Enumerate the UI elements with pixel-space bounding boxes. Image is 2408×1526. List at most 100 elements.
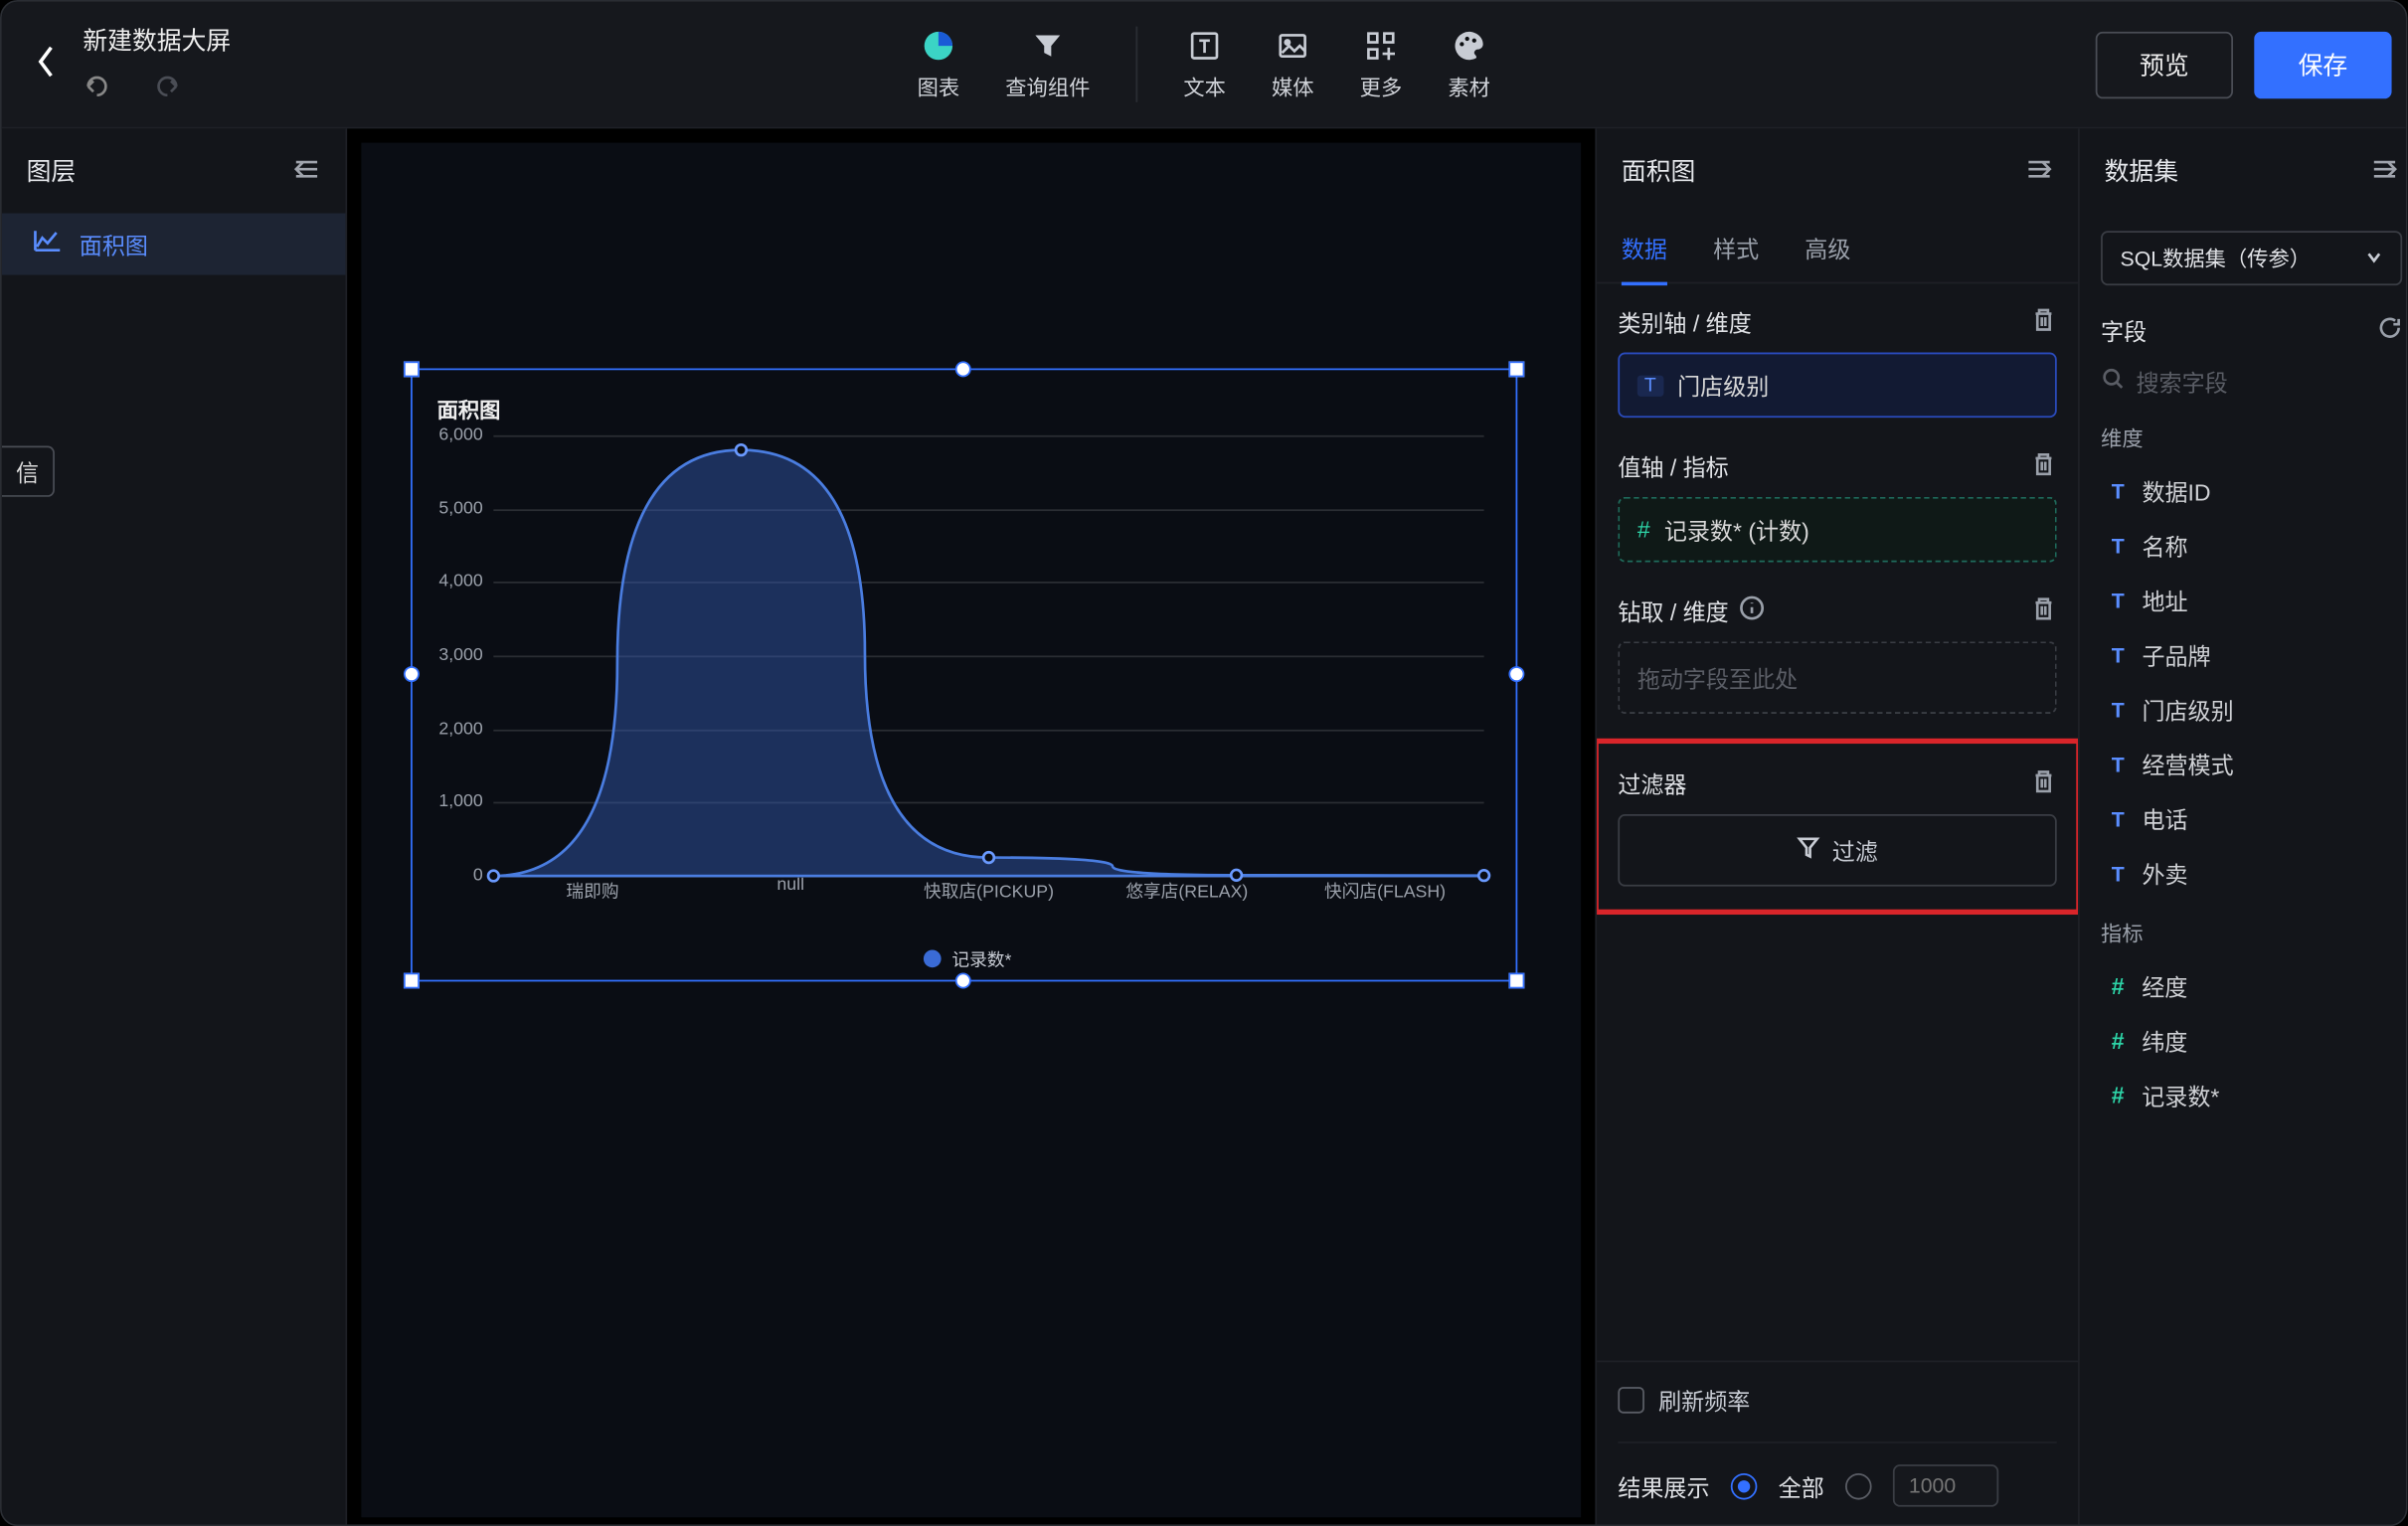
y-tick-label: 3,000 [430, 646, 483, 665]
page-title: 新建数据大屏 [83, 23, 231, 58]
topnav-more[interactable]: 更多 [1360, 27, 1403, 102]
filter-button[interactable]: 过滤 [1618, 814, 2056, 887]
x-tick-label: null [692, 876, 890, 903]
back-button[interactable] [34, 41, 59, 88]
x-tick-label: 悠享店(RELAX) [1088, 876, 1286, 903]
text-type-icon: T [2112, 533, 2125, 558]
chart-legend: 记录数* [437, 944, 1498, 971]
topbar: 新建数据大屏 图表 查询组件 [2, 2, 2408, 129]
tab-style[interactable]: 样式 [1713, 213, 1759, 281]
layer-item-area-chart[interactable]: 面积图 [2, 213, 346, 274]
limit-input[interactable] [1893, 1464, 1998, 1507]
topnav-chart[interactable]: 图表 [918, 27, 960, 102]
y-tick-label: 5,000 [430, 499, 483, 518]
x-tick-label: 瑞即购 [493, 876, 691, 903]
trash-icon[interactable] [2030, 594, 2057, 626]
number-type-icon: # [2112, 1082, 2125, 1108]
trash-icon[interactable] [2030, 767, 2057, 799]
area-chart-icon [34, 229, 62, 258]
layers-title: 图层 [27, 153, 77, 188]
y-tick-label: 1,000 [430, 792, 483, 811]
undo-icon[interactable] [83, 73, 110, 106]
dataset-panel: 数据集 SQL数据集（传参） 字段 搜索字段 维度 T数据IDT名称T地址T子 [2078, 128, 2407, 1526]
config-panel: 面积图 数据 样式 高级 类别轴 / 维度 T 门店级别 [1595, 128, 2078, 1526]
search-icon [2101, 367, 2126, 397]
metric-field[interactable]: #经度 [2101, 958, 2402, 1013]
dimension-field[interactable]: T子品牌 [2101, 627, 2402, 682]
selected-widget[interactable]: 面积图 01,0002,0003,0004,0005,0006,000 瑞即购n… [411, 368, 1517, 981]
canvas: 面积图 01,0002,0003,0004,0005,0006,000 瑞即购n… [347, 128, 1595, 1526]
drill-dropzone[interactable]: 拖动字段至此处 [1618, 641, 2056, 714]
image-icon [1277, 27, 1308, 66]
section-filter: 过滤器 [1618, 766, 1686, 800]
config-tabs: 数据 样式 高级 [1597, 213, 2078, 283]
filter-icon [1797, 835, 1821, 865]
collapse-icon[interactable] [2025, 154, 2053, 188]
topnav-material[interactable]: 素材 [1448, 27, 1490, 102]
trash-icon[interactable] [2030, 450, 2057, 482]
dimension-group-title: 维度 [2101, 423, 2402, 452]
text-type-icon: T [2112, 861, 2125, 886]
dataset-select[interactable]: SQL数据集（传参） [2101, 231, 2402, 285]
x-tick-label: 快闪店(FLASH) [1286, 876, 1483, 903]
search-fields-input[interactable]: 搜索字段 [2101, 358, 2402, 406]
text-type-icon: T [2112, 697, 2125, 722]
pie-chart-icon [921, 27, 955, 66]
layers-panel: 图层 面积图 信 [2, 128, 347, 1526]
tab-adv[interactable]: 高级 [1805, 213, 1850, 281]
funnel-icon [1032, 27, 1064, 66]
text-type-icon: T [2112, 642, 2125, 667]
result-show-label: 结果展示 [1618, 1469, 1709, 1503]
text-type-icon: T [2112, 588, 2125, 612]
metric-field[interactable]: #记录数* [2101, 1068, 2402, 1122]
dimension-field[interactable]: T名称 [2101, 518, 2402, 573]
fields-title: 字段 [2101, 314, 2147, 348]
save-button[interactable]: 保存 [2254, 31, 2391, 97]
dimension-field[interactable]: T地址 [2101, 573, 2402, 627]
radio-all[interactable] [1731, 1472, 1758, 1499]
section-drill: 钻取 / 维度 [1618, 593, 1728, 627]
y-tick-label: 0 [430, 866, 483, 885]
legend-dot-icon [924, 949, 942, 967]
dimension-field[interactable]: T门店级别 [2101, 682, 2402, 737]
metric-group-title: 指标 [2101, 919, 2402, 948]
dimension-field[interactable]: T经营模式 [2101, 737, 2402, 791]
refresh-icon[interactable] [2377, 315, 2402, 345]
topnav-media[interactable]: 媒体 [1272, 27, 1314, 102]
section-value-axis: 值轴 / 指标 [1618, 449, 1728, 483]
radio-limit[interactable] [1845, 1472, 1872, 1499]
area-chart: 面积图 01,0002,0003,0004,0005,0006,000 瑞即购n… [413, 370, 1516, 979]
palette-icon [1452, 27, 1486, 66]
refresh-rate-checkbox[interactable] [1618, 1387, 1644, 1414]
number-type-icon: # [2112, 1027, 2125, 1054]
refresh-rate-label: 刷新频率 [1658, 1384, 1750, 1418]
section-category-axis: 类别轴 / 维度 [1618, 305, 1751, 339]
info-icon[interactable] [1739, 595, 1764, 625]
redo-icon [153, 73, 181, 106]
tab-data[interactable]: 数据 [1622, 213, 1667, 285]
text-icon [1189, 27, 1221, 66]
side-docked-tab[interactable]: 信 [2, 445, 55, 496]
dimension-field[interactable]: T电话 [2101, 791, 2402, 846]
collapse-icon[interactable] [2370, 154, 2398, 188]
topnav-text[interactable]: 文本 [1135, 27, 1225, 102]
x-tick-label: 快取店(PICKUP) [890, 876, 1088, 903]
y-tick-label: 4,000 [430, 573, 483, 592]
preview-button[interactable]: 预览 [2096, 31, 2233, 97]
text-type-icon: T [2112, 478, 2125, 503]
field-pill-category[interactable]: T 门店级别 [1618, 353, 2056, 419]
text-type-icon: T [2112, 752, 2125, 776]
trash-icon[interactable] [2030, 306, 2057, 338]
number-type-icon: # [1637, 516, 1650, 543]
number-type-icon: # [2112, 973, 2125, 1000]
filter-section-highlight: 过滤器 过滤 [1597, 742, 2078, 911]
chart-title: 面积图 [437, 395, 1498, 424]
metric-field[interactable]: #纬度 [2101, 1013, 2402, 1068]
dimension-field[interactable]: T外卖 [2101, 846, 2402, 901]
text-type-icon: T [1637, 375, 1663, 396]
y-tick-label: 6,000 [430, 425, 483, 444]
collapse-icon[interactable] [292, 154, 320, 188]
field-pill-value[interactable]: # 记录数* (计数) [1618, 497, 2056, 563]
dimension-field[interactable]: T数据ID [2101, 463, 2402, 518]
topnav-filter[interactable]: 查询组件 [1005, 27, 1090, 102]
